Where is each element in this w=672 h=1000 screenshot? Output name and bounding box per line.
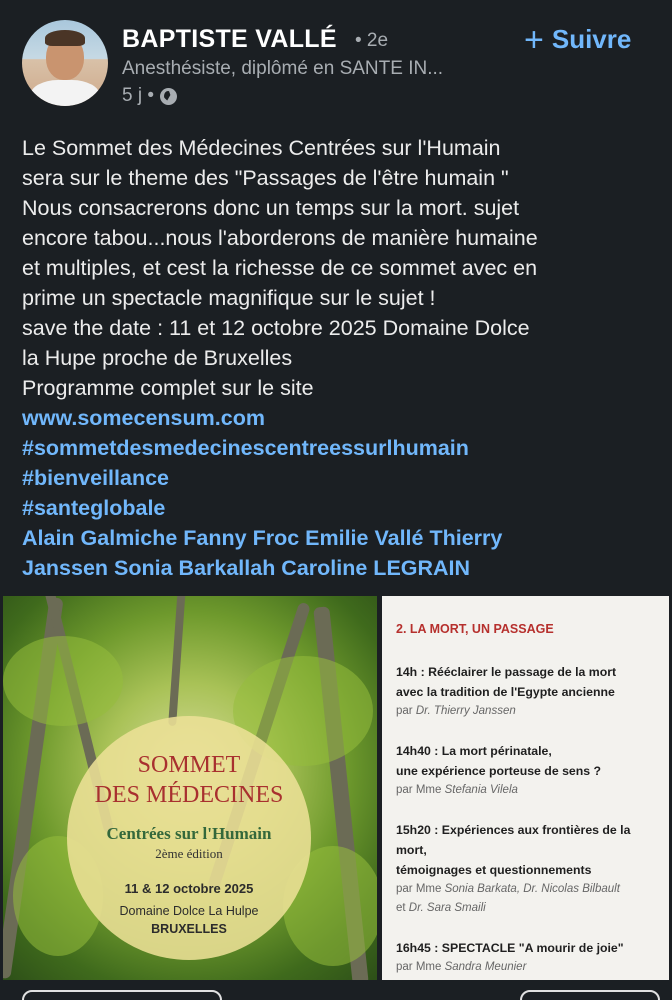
speaker-prefix: et [396, 902, 406, 914]
globe-icon [160, 87, 177, 105]
action-pill[interactable] [22, 990, 222, 1000]
speaker-name: Sonia Barkata, Dr. Nicolas Bilbault [444, 883, 620, 895]
program-item-speaker: par Dr. Thierry Janssen [396, 702, 669, 721]
poster-subtitle: Centrées sur l'Humain [106, 824, 272, 843]
post-line: encore tabou...nous l'aborderons de mani… [22, 226, 538, 250]
post-time: 5 j • [122, 85, 154, 106]
post-text: Le Sommet des Médecines Centrées sur l'H… [22, 133, 662, 583]
tree-trunk [168, 596, 186, 727]
program-item-title: 15h20 : Expériences aux frontières de la [396, 823, 631, 837]
poster-circle: SOMMET DES MÉDECINES Centrées sur l'Huma… [67, 716, 311, 960]
program-heading: 2. LA MORT, UN PASSAGE [396, 622, 554, 636]
follow-button[interactable]: + Suivre [524, 20, 632, 59]
poster-edition: 2ème édition [155, 846, 223, 861]
author-name[interactable]: BAPTISTE VALLÉ [122, 25, 337, 54]
program-item-title: 14h40 : La mort périnatale, [396, 744, 552, 758]
poster-date: 11 & 12 octobre 2025 [124, 881, 254, 896]
program-item: 14h : Rééclairer le passage de la mort a… [396, 662, 669, 721]
poster-image[interactable]: SOMMET DES MÉDECINES Centrées sur l'Huma… [3, 596, 377, 980]
program-item: 15h20 : Expériences aux frontières de la… [396, 820, 669, 918]
mentions-line[interactable]: Janssen Sonia Barkallah Caroline LEGRAIN [22, 553, 662, 583]
post-header: BAPTISTE VALLÉ • 2e + Suivre Anesthésist… [0, 0, 672, 118]
mentions-line[interactable]: Alain Galmiche Fanny Froc Emilie Vallé T… [22, 523, 662, 553]
avatar-shirt [30, 80, 100, 106]
speaker-name: Sandra Meunier [444, 961, 527, 973]
program-item-speaker: par Mme Stefania Vilela [396, 781, 669, 800]
author-headline: Anesthésiste, diplômé en SANTE IN... [122, 58, 444, 79]
website-link[interactable]: www.somecensum.com [22, 403, 662, 433]
speaker-name: Stefania Vilela [444, 784, 518, 796]
program-item: 16h45 : SPECTACLE "A mourir de joie" par… [396, 938, 669, 977]
post-meta: 5 j • [122, 85, 177, 107]
hashtag-link[interactable]: #bienveillance [22, 463, 662, 493]
program-item-title: une expérience porteuse de sens ? [396, 764, 602, 778]
program-item-speaker: par Mme Sonia Barkata, Dr. Nicolas Bilba… [396, 880, 669, 899]
speaker-name: Dr. Sara Smaili [408, 902, 486, 914]
poster-venue: Domaine Dolce La Hulpe [119, 904, 259, 918]
post-line: Programme complet sur le site [22, 376, 314, 400]
hashtag-link[interactable]: #santeglobale [22, 493, 662, 523]
foliage [3, 636, 123, 726]
poster-title: DES MÉDECINES [94, 782, 284, 808]
program-item-title: avec la tradition de l'Egypte ancienne [396, 685, 615, 699]
post-media[interactable]: SOMMET DES MÉDECINES Centrées sur l'Huma… [3, 596, 669, 980]
bottom-action-bar [0, 990, 672, 1000]
action-pill[interactable] [520, 990, 660, 1000]
hashtag-link[interactable]: #sommetdesmedecinescentreessurlhumain [22, 433, 662, 463]
post-line: la Hupe proche de Bruxelles [22, 346, 293, 370]
connection-degree: • 2e [355, 30, 389, 51]
program-item-title: témoignages et questionnements [396, 863, 592, 877]
plus-icon: + [524, 20, 544, 59]
poster-city: BRUXELLES [151, 922, 227, 936]
speaker-prefix: par [396, 705, 413, 717]
program-item-speaker: par Mme Sandra Meunier [396, 958, 669, 977]
speaker-prefix: par Mme [396, 883, 442, 895]
post-line: prime un spectacle magnifique sur le suj… [22, 286, 436, 310]
follow-label: Suivre [551, 24, 632, 54]
speaker-name: Dr. Thierry Janssen [415, 705, 516, 717]
post-line: Le Sommet des Médecines Centrées sur l'H… [22, 136, 501, 160]
program-item-title: 16h45 : SPECTACLE "A mourir de joie" [396, 941, 624, 955]
post-line: save the date : 11 et 12 octobre 2025 Do… [22, 316, 530, 340]
post-line: et multiples, et cest la richesse de ce … [22, 256, 538, 280]
post-line: Nous consacrerons donc un temps sur la m… [22, 196, 520, 220]
speaker-prefix: par Mme [396, 961, 442, 973]
program-item-title: mort, [396, 843, 427, 857]
avatar-hair [45, 30, 85, 46]
program-item-title: 14h : Rééclairer le passage de la mort [396, 665, 617, 679]
poster-title: SOMMET [137, 752, 241, 778]
program-item-speaker: et Dr. Sara Smaili [396, 899, 669, 918]
program-panel[interactable]: 2. LA MORT, UN PASSAGE 14h : Rééclairer … [382, 596, 669, 980]
post-line: sera sur le theme des "Passages de l'êtr… [22, 166, 509, 190]
program-item: 14h40 : La mort périnatale, une expérien… [396, 741, 669, 800]
speaker-prefix: par Mme [396, 784, 442, 796]
avatar[interactable] [22, 20, 108, 106]
